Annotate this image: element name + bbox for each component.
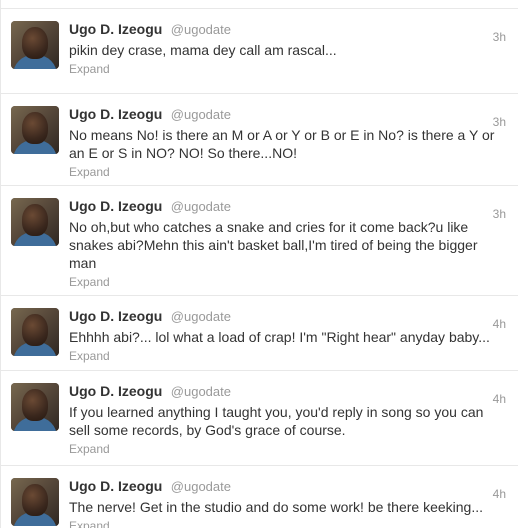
tweet-text: No means No! is there an M or A or Y or … bbox=[69, 127, 495, 161]
tweet-text: The nerve! Get in the studio and do some… bbox=[69, 499, 484, 515]
tweet-author-name[interactable]: Ugo D. Izeogu bbox=[69, 106, 162, 122]
tweet-author-handle[interactable]: @ugodate bbox=[171, 309, 231, 324]
tweet-header: Ugo D. Izeogu @ugodate bbox=[69, 17, 506, 41]
tweet-item[interactable]: Ugo D. Izeogu @ugodate 3h No means No! i… bbox=[1, 94, 518, 186]
avatar[interactable] bbox=[11, 106, 59, 154]
tweet-author-name[interactable]: Ugo D. Izeogu bbox=[69, 383, 162, 399]
avatar[interactable] bbox=[11, 21, 59, 69]
tweet-timestamp[interactable]: 3h bbox=[493, 30, 506, 44]
tweet-item[interactable]: Ugo D. Izeogu @ugodate 4h Ehhhh abi?... … bbox=[1, 296, 518, 371]
tweet-header: Ugo D. Izeogu @ugodate bbox=[69, 304, 506, 328]
avatar[interactable] bbox=[11, 478, 59, 526]
tweet-text: pikin dey crase, mama dey call am rascal… bbox=[69, 42, 337, 58]
tweet-timestamp[interactable]: 4h bbox=[493, 487, 506, 501]
avatar[interactable] bbox=[11, 198, 59, 246]
tweet-timestamp[interactable]: 3h bbox=[493, 115, 506, 129]
tweet-item[interactable]: Ugo D. Izeogu @ugodate 3h pikin dey cras… bbox=[1, 9, 518, 94]
tweet-timestamp[interactable]: 3h bbox=[493, 207, 506, 221]
tweet-text: No oh,but who catches a snake and cries … bbox=[69, 219, 478, 271]
expand-link[interactable]: Expand bbox=[69, 442, 110, 456]
expand-link[interactable]: Expand bbox=[69, 349, 110, 363]
tweet-text: If you learned anything I taught you, yo… bbox=[69, 404, 484, 438]
tweet-item[interactable]: Ugo D. Izeogu @ugodate 4h The nerve! Get… bbox=[1, 466, 518, 528]
expand-link[interactable]: Expand bbox=[69, 519, 110, 528]
tweet-author-name[interactable]: Ugo D. Izeogu bbox=[69, 21, 162, 37]
timeline-top-divider bbox=[1, 0, 518, 9]
avatar-head bbox=[22, 27, 48, 59]
tweet-text: Ehhhh abi?... lol what a load of crap! I… bbox=[69, 329, 490, 345]
avatar-head bbox=[22, 389, 48, 421]
tweet-author-name[interactable]: Ugo D. Izeogu bbox=[69, 478, 162, 494]
tweet-author-handle[interactable]: @ugodate bbox=[171, 479, 231, 494]
expand-link[interactable]: Expand bbox=[69, 275, 110, 289]
tweet-timestamp[interactable]: 4h bbox=[493, 392, 506, 406]
tweet-header: Ugo D. Izeogu @ugodate bbox=[69, 102, 506, 126]
tweet-header: Ugo D. Izeogu @ugodate bbox=[69, 379, 506, 403]
tweet-timeline: Ugo D. Izeogu @ugodate 3h pikin dey cras… bbox=[0, 0, 518, 528]
avatar-head bbox=[22, 314, 48, 346]
avatar-head bbox=[22, 204, 48, 236]
tweet-author-name[interactable]: Ugo D. Izeogu bbox=[69, 198, 162, 214]
tweet-header: Ugo D. Izeogu @ugodate bbox=[69, 194, 506, 218]
tweet-header: Ugo D. Izeogu @ugodate bbox=[69, 474, 506, 498]
avatar-head bbox=[22, 112, 48, 144]
tweet-author-handle[interactable]: @ugodate bbox=[171, 22, 231, 37]
tweet-timestamp[interactable]: 4h bbox=[493, 317, 506, 331]
tweet-author-name[interactable]: Ugo D. Izeogu bbox=[69, 308, 162, 324]
tweet-author-handle[interactable]: @ugodate bbox=[171, 107, 231, 122]
tweet-item[interactable]: Ugo D. Izeogu @ugodate 3h No oh,but who … bbox=[1, 186, 518, 296]
avatar[interactable] bbox=[11, 308, 59, 356]
avatar[interactable] bbox=[11, 383, 59, 431]
avatar-head bbox=[22, 484, 48, 516]
expand-link[interactable]: Expand bbox=[69, 62, 110, 76]
expand-link[interactable]: Expand bbox=[69, 165, 110, 179]
tweet-item[interactable]: Ugo D. Izeogu @ugodate 4h If you learned… bbox=[1, 371, 518, 466]
tweet-author-handle[interactable]: @ugodate bbox=[171, 384, 231, 399]
tweet-author-handle[interactable]: @ugodate bbox=[171, 199, 231, 214]
